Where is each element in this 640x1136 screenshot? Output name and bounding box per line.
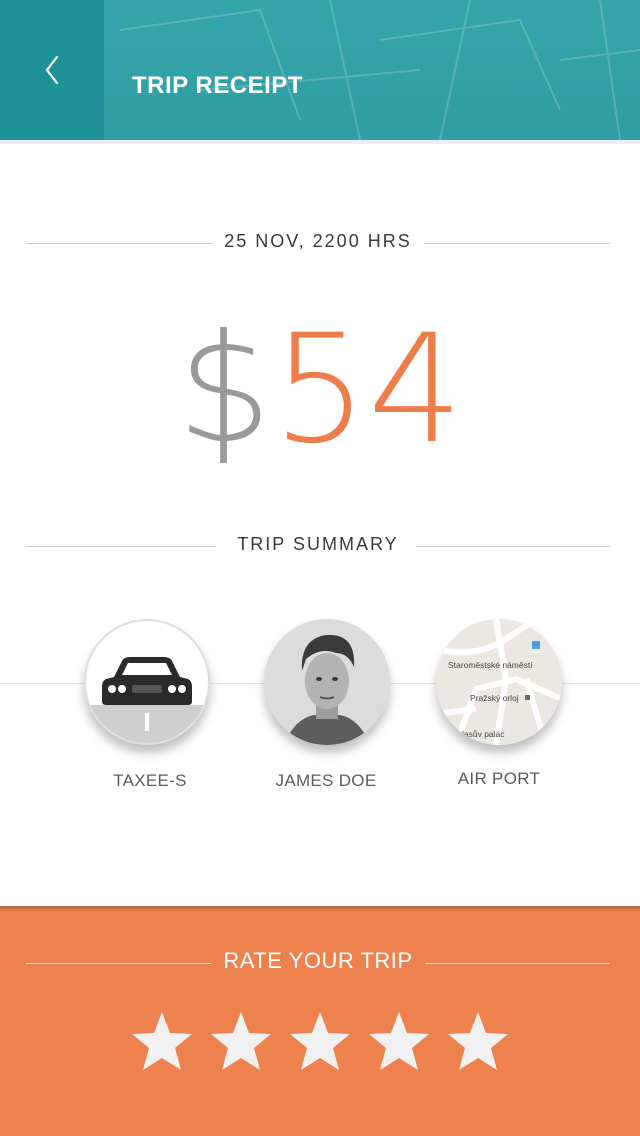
rate-heading: RATE YOUR TRIP (211, 948, 425, 973)
map-thumbnail: Staroměstské náměstí Pražský orloj lasův… (436, 619, 562, 745)
avatar (264, 619, 390, 745)
currency-symbol: $ (176, 303, 273, 477)
vehicle-circle[interactable] (84, 619, 210, 745)
car-icon (86, 657, 208, 743)
rate-section: RATE YOUR TRIP (26, 948, 610, 978)
star-rating (0, 1010, 640, 1074)
map-label: Pražský orloj (470, 693, 519, 703)
trip-price: $54 (0, 300, 640, 480)
app-header: TRIP RECEIPT (0, 0, 640, 140)
map-label: Staroměstské náměstí (448, 660, 533, 670)
trip-datetime: 25 NOV, 2200 HRS (212, 231, 424, 251)
page-title: TRIP RECEIPT (132, 72, 303, 99)
map-label: lasův palác (462, 729, 505, 739)
driver-avatar[interactable] (264, 619, 390, 745)
chevron-left-icon (45, 55, 59, 85)
star-3-icon[interactable] (288, 1010, 352, 1074)
back-button[interactable] (0, 0, 104, 140)
price-amount: 54 (272, 303, 464, 477)
trip-summary-heading: TRIP SUMMARY (225, 534, 411, 554)
star-1-icon[interactable] (130, 1010, 194, 1074)
star-4-icon[interactable] (367, 1010, 431, 1074)
star-2-icon[interactable] (209, 1010, 273, 1074)
vehicle-label: TAXEE-S (113, 771, 187, 790)
header-divider (0, 140, 640, 144)
destination-label: AIR PORT (457, 769, 541, 788)
destination-map[interactable]: Staroměstské náměstí Pražský orloj lasův… (436, 619, 562, 745)
star-5-icon[interactable] (446, 1010, 510, 1074)
rate-panel: RATE YOUR TRIP (0, 906, 640, 1136)
rate-panel-shadow (0, 906, 640, 912)
driver-name: JAMES DOE (275, 771, 377, 790)
date-section: 25 NOV, 2200 HRS (26, 228, 610, 258)
trip-summary-section: TRIP SUMMARY (26, 531, 610, 561)
